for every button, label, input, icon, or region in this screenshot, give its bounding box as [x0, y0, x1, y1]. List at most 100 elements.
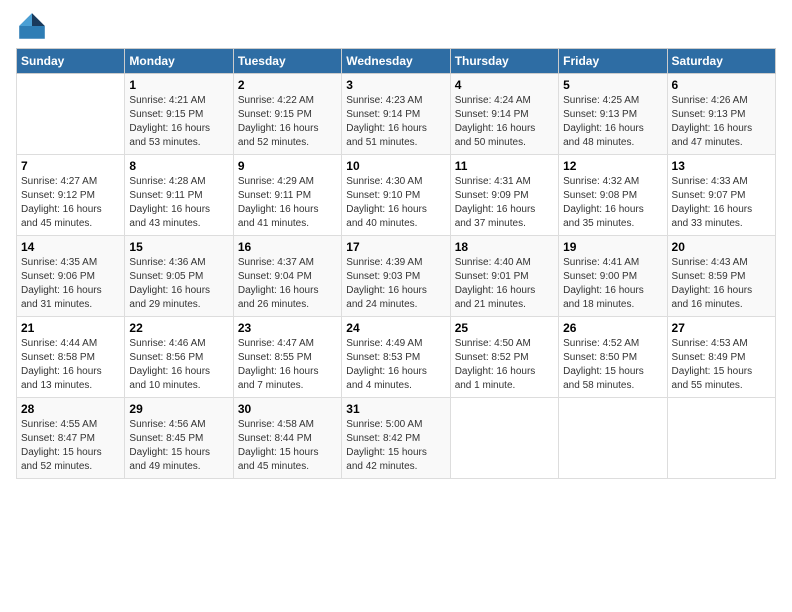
- day-content: Sunrise: 4:56 AM Sunset: 8:45 PM Dayligh…: [129, 418, 228, 474]
- day-cell-11: 11 Sunrise: 4:31 AM Sunset: 9:09 PM Dayli…: [450, 155, 558, 236]
- logo-icon: [16, 10, 48, 42]
- day-number: 20: [672, 240, 771, 254]
- day-content: Sunrise: 4:35 AM Sunset: 9:06 PM Dayligh…: [21, 256, 120, 312]
- empty-cell: [559, 398, 667, 479]
- day-cell-16: 16 Sunrise: 4:37 AM Sunset: 9:04 PM Dayli…: [233, 236, 341, 317]
- day-number: 18: [455, 240, 554, 254]
- day-content: Sunrise: 4:58 AM Sunset: 8:44 PM Dayligh…: [238, 418, 337, 474]
- day-content: Sunrise: 4:31 AM Sunset: 9:09 PM Dayligh…: [455, 175, 554, 231]
- day-cell-22: 22 Sunrise: 4:46 AM Sunset: 8:56 PM Dayli…: [125, 317, 233, 398]
- day-number: 11: [455, 159, 554, 173]
- day-cell-7: 7 Sunrise: 4:27 AM Sunset: 9:12 PM Daylig…: [17, 155, 125, 236]
- day-number: 4: [455, 78, 554, 92]
- day-number: 10: [346, 159, 445, 173]
- day-number: 7: [21, 159, 120, 173]
- day-number: 12: [563, 159, 662, 173]
- day-content: Sunrise: 4:49 AM Sunset: 8:53 PM Dayligh…: [346, 337, 445, 393]
- week-row-4: 21 Sunrise: 4:44 AM Sunset: 8:58 PM Dayli…: [17, 317, 776, 398]
- day-content: Sunrise: 4:46 AM Sunset: 8:56 PM Dayligh…: [129, 337, 228, 393]
- day-number: 28: [21, 402, 120, 416]
- day-number: 3: [346, 78, 445, 92]
- day-cell-15: 15 Sunrise: 4:36 AM Sunset: 9:05 PM Dayli…: [125, 236, 233, 317]
- day-cell-2: 2 Sunrise: 4:22 AM Sunset: 9:15 PM Daylig…: [233, 74, 341, 155]
- day-number: 16: [238, 240, 337, 254]
- day-content: Sunrise: 4:29 AM Sunset: 9:11 PM Dayligh…: [238, 175, 337, 231]
- day-content: Sunrise: 4:37 AM Sunset: 9:04 PM Dayligh…: [238, 256, 337, 312]
- day-content: Sunrise: 4:55 AM Sunset: 8:47 PM Dayligh…: [21, 418, 120, 474]
- day-cell-6: 6 Sunrise: 4:26 AM Sunset: 9:13 PM Daylig…: [667, 74, 775, 155]
- day-cell-18: 18 Sunrise: 4:40 AM Sunset: 9:01 PM Dayli…: [450, 236, 558, 317]
- day-number: 2: [238, 78, 337, 92]
- day-number: 8: [129, 159, 228, 173]
- col-header-wednesday: Wednesday: [342, 49, 450, 74]
- day-cell-26: 26 Sunrise: 4:52 AM Sunset: 8:50 PM Dayli…: [559, 317, 667, 398]
- empty-cell: [450, 398, 558, 479]
- day-number: 25: [455, 321, 554, 335]
- day-number: 22: [129, 321, 228, 335]
- day-content: Sunrise: 4:24 AM Sunset: 9:14 PM Dayligh…: [455, 94, 554, 150]
- header-row-days: SundayMondayTuesdayWednesdayThursdayFrid…: [17, 49, 776, 74]
- col-header-tuesday: Tuesday: [233, 49, 341, 74]
- day-cell-12: 12 Sunrise: 4:32 AM Sunset: 9:08 PM Dayli…: [559, 155, 667, 236]
- day-content: Sunrise: 4:22 AM Sunset: 9:15 PM Dayligh…: [238, 94, 337, 150]
- day-content: Sunrise: 4:36 AM Sunset: 9:05 PM Dayligh…: [129, 256, 228, 312]
- day-content: Sunrise: 4:44 AM Sunset: 8:58 PM Dayligh…: [21, 337, 120, 393]
- day-number: 1: [129, 78, 228, 92]
- week-row-3: 14 Sunrise: 4:35 AM Sunset: 9:06 PM Dayli…: [17, 236, 776, 317]
- calendar-table: SundayMondayTuesdayWednesdayThursdayFrid…: [16, 48, 776, 479]
- day-content: Sunrise: 4:32 AM Sunset: 9:08 PM Dayligh…: [563, 175, 662, 231]
- day-cell-9: 9 Sunrise: 4:29 AM Sunset: 9:11 PM Daylig…: [233, 155, 341, 236]
- day-cell-23: 23Sunrise: 4:47 AM Sunset: 8:55 PM Dayli…: [233, 317, 341, 398]
- day-number: 24: [346, 321, 445, 335]
- day-content: Sunrise: 4:27 AM Sunset: 9:12 PM Dayligh…: [21, 175, 120, 231]
- day-number: 19: [563, 240, 662, 254]
- week-row-5: 28 Sunrise: 4:55 AM Sunset: 8:47 PM Dayli…: [17, 398, 776, 479]
- day-number: 6: [672, 78, 771, 92]
- logo: [16, 10, 52, 42]
- day-cell-14: 14 Sunrise: 4:35 AM Sunset: 9:06 PM Dayli…: [17, 236, 125, 317]
- day-cell-29: 29Sunrise: 4:56 AM Sunset: 8:45 PM Dayli…: [125, 398, 233, 479]
- day-content: Sunrise: 4:23 AM Sunset: 9:14 PM Dayligh…: [346, 94, 445, 150]
- day-cell-5: 5Sunrise: 4:25 AM Sunset: 9:13 PM Daylig…: [559, 74, 667, 155]
- day-content: Sunrise: 4:30 AM Sunset: 9:10 PM Dayligh…: [346, 175, 445, 231]
- day-content: Sunrise: 4:53 AM Sunset: 8:49 PM Dayligh…: [672, 337, 771, 393]
- day-cell-30: 30 Sunrise: 4:58 AM Sunset: 8:44 PM Dayli…: [233, 398, 341, 479]
- col-header-monday: Monday: [125, 49, 233, 74]
- day-number: 15: [129, 240, 228, 254]
- day-number: 13: [672, 159, 771, 173]
- day-cell-3: 3 Sunrise: 4:23 AM Sunset: 9:14 PM Daylig…: [342, 74, 450, 155]
- header-row: [16, 10, 776, 42]
- day-number: 5: [563, 78, 662, 92]
- day-content: Sunrise: 4:50 AM Sunset: 8:52 PM Dayligh…: [455, 337, 554, 393]
- day-cell-13: 13Sunrise: 4:33 AM Sunset: 9:07 PM Dayli…: [667, 155, 775, 236]
- day-number: 9: [238, 159, 337, 173]
- main-container: SundayMondayTuesdayWednesdayThursdayFrid…: [0, 0, 792, 489]
- col-header-thursday: Thursday: [450, 49, 558, 74]
- day-content: Sunrise: 4:40 AM Sunset: 9:01 PM Dayligh…: [455, 256, 554, 312]
- day-content: Sunrise: 4:52 AM Sunset: 8:50 PM Dayligh…: [563, 337, 662, 393]
- day-cell-4: 4 Sunrise: 4:24 AM Sunset: 9:14 PM Daylig…: [450, 74, 558, 155]
- day-number: 26: [563, 321, 662, 335]
- day-number: 30: [238, 402, 337, 416]
- day-cell-27: 27 Sunrise: 4:53 AM Sunset: 8:49 PM Dayli…: [667, 317, 775, 398]
- day-content: Sunrise: 4:47 AM Sunset: 8:55 PM Dayligh…: [238, 337, 337, 393]
- day-content: Sunrise: 5:00 AM Sunset: 8:42 PM Dayligh…: [346, 418, 445, 474]
- day-number: 31: [346, 402, 445, 416]
- day-content: Sunrise: 4:21 AM Sunset: 9:15 PM Dayligh…: [129, 94, 228, 150]
- day-cell-20: 20Sunrise: 4:43 AM Sunset: 8:59 PM Dayli…: [667, 236, 775, 317]
- day-content: Sunrise: 4:26 AM Sunset: 9:13 PM Dayligh…: [672, 94, 771, 150]
- day-number: 27: [672, 321, 771, 335]
- day-cell-19: 19 Sunrise: 4:41 AM Sunset: 9:00 PM Dayli…: [559, 236, 667, 317]
- day-cell-1: 1 Sunrise: 4:21 AM Sunset: 9:15 PM Daylig…: [125, 74, 233, 155]
- day-content: Sunrise: 4:41 AM Sunset: 9:00 PM Dayligh…: [563, 256, 662, 312]
- week-row-2: 7 Sunrise: 4:27 AM Sunset: 9:12 PM Daylig…: [17, 155, 776, 236]
- day-number: 17: [346, 240, 445, 254]
- day-cell-28: 28 Sunrise: 4:55 AM Sunset: 8:47 PM Dayli…: [17, 398, 125, 479]
- day-number: 21: [21, 321, 120, 335]
- day-content: Sunrise: 4:28 AM Sunset: 9:11 PM Dayligh…: [129, 175, 228, 231]
- day-number: 14: [21, 240, 120, 254]
- week-row-1: 1 Sunrise: 4:21 AM Sunset: 9:15 PM Daylig…: [17, 74, 776, 155]
- day-cell-31: 31 Sunrise: 5:00 AM Sunset: 8:42 PM Dayli…: [342, 398, 450, 479]
- day-cell-17: 17Sunrise: 4:39 AM Sunset: 9:03 PM Dayli…: [342, 236, 450, 317]
- day-cell-21: 21 Sunrise: 4:44 AM Sunset: 8:58 PM Dayli…: [17, 317, 125, 398]
